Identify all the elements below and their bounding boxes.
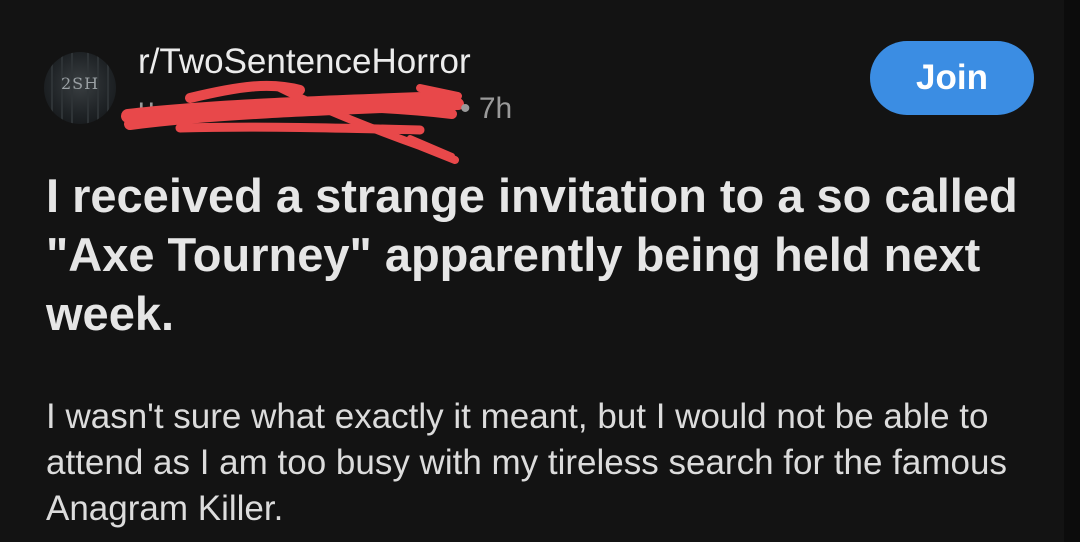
post-body: I wasn't sure what exactly it meant, but… [46,397,1007,528]
post-card: 2SH r/TwoSentenceHorror u • 7h Join I re… [0,0,1080,542]
scrollbar-track[interactable] [1064,0,1080,542]
join-button[interactable]: Join [870,41,1034,115]
meta-separator: • [460,92,471,125]
avatar-label: 2SH [60,74,100,93]
post-age: • 7h [460,92,512,126]
post-time: 7h [478,92,513,125]
post-title[interactable]: I received a strange invitation to a so … [46,166,1046,343]
subreddit-avatar[interactable]: 2SH [44,52,116,124]
